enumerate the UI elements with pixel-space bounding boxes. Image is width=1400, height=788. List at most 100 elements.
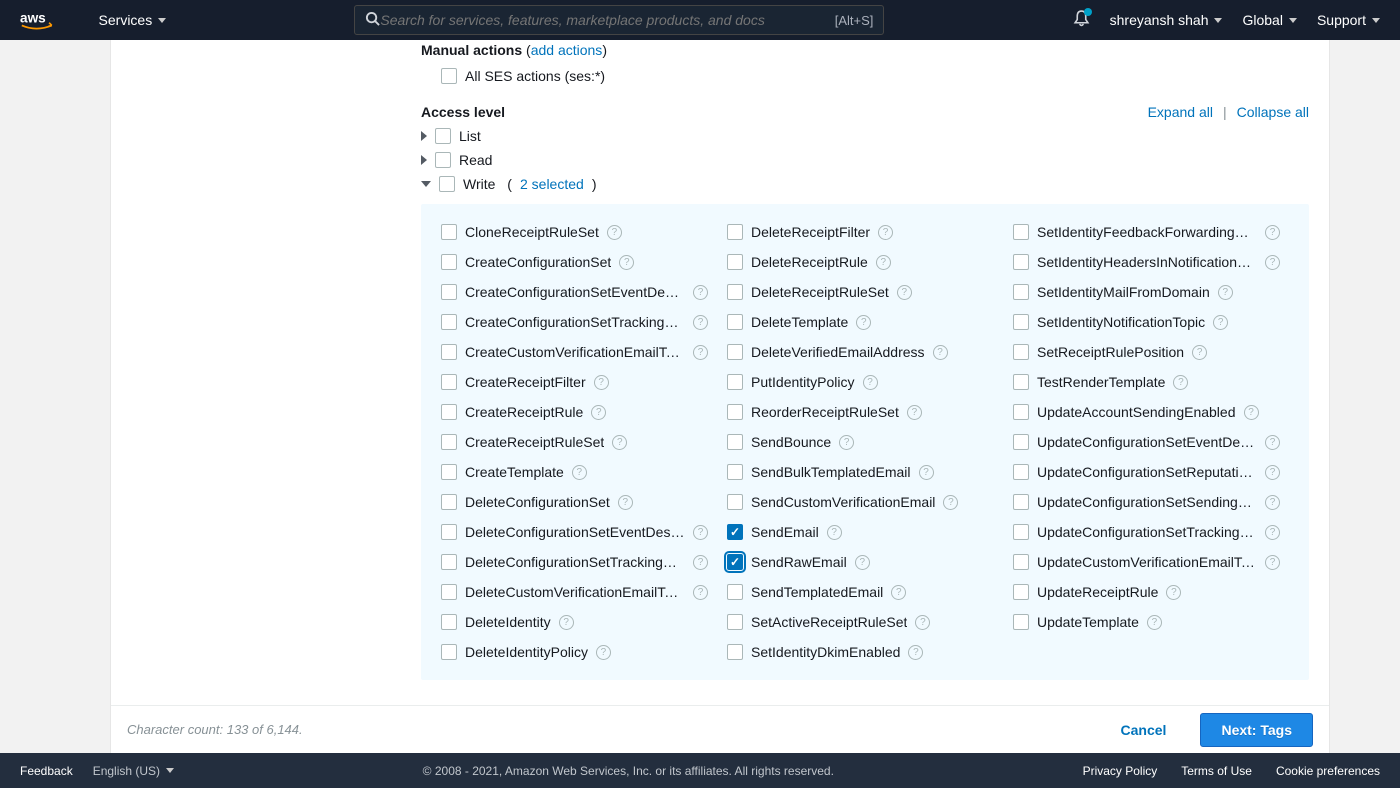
action-checkbox[interactable] [441, 614, 457, 630]
action-checkbox[interactable] [441, 644, 457, 660]
action-checkbox[interactable] [441, 404, 457, 420]
help-icon[interactable]: ? [1192, 345, 1207, 360]
write-selected-link[interactable]: 2 selected [520, 176, 584, 192]
action-checkbox[interactable] [727, 524, 743, 540]
help-icon[interactable]: ? [1147, 615, 1162, 630]
help-icon[interactable]: ? [1265, 225, 1280, 240]
read-level-checkbox[interactable] [435, 152, 451, 168]
search-box[interactable]: [Alt+S] [354, 5, 884, 35]
help-icon[interactable]: ? [933, 345, 948, 360]
action-checkbox[interactable] [1013, 584, 1029, 600]
action-checkbox[interactable] [1013, 494, 1029, 510]
help-icon[interactable]: ? [693, 585, 708, 600]
action-checkbox[interactable] [441, 344, 457, 360]
action-checkbox[interactable] [727, 584, 743, 600]
action-checkbox[interactable] [727, 554, 743, 570]
help-icon[interactable]: ? [594, 375, 609, 390]
help-icon[interactable]: ? [907, 405, 922, 420]
action-checkbox[interactable] [727, 224, 743, 240]
help-icon[interactable]: ? [693, 285, 708, 300]
help-icon[interactable]: ? [891, 585, 906, 600]
action-checkbox[interactable] [441, 374, 457, 390]
help-icon[interactable]: ? [839, 435, 854, 450]
collapse-all-link[interactable]: Collapse all [1237, 104, 1309, 120]
next-tags-button[interactable]: Next: Tags [1200, 713, 1313, 747]
feedback-link[interactable]: Feedback [20, 764, 73, 778]
help-icon[interactable]: ? [619, 255, 634, 270]
action-checkbox[interactable] [1013, 554, 1029, 570]
action-checkbox[interactable] [441, 464, 457, 480]
action-checkbox[interactable] [727, 374, 743, 390]
action-checkbox[interactable] [441, 524, 457, 540]
action-checkbox[interactable] [441, 254, 457, 270]
cookies-link[interactable]: Cookie preferences [1276, 764, 1380, 778]
privacy-link[interactable]: Privacy Policy [1083, 764, 1158, 778]
help-icon[interactable]: ? [1265, 495, 1280, 510]
action-checkbox[interactable] [1013, 284, 1029, 300]
help-icon[interactable]: ? [1244, 405, 1259, 420]
help-icon[interactable]: ? [919, 465, 934, 480]
collapse-write-caret[interactable] [421, 181, 431, 187]
action-checkbox[interactable] [1013, 254, 1029, 270]
help-icon[interactable]: ? [1265, 525, 1280, 540]
help-icon[interactable]: ? [1265, 435, 1280, 450]
help-icon[interactable]: ? [607, 225, 622, 240]
action-checkbox[interactable] [727, 434, 743, 450]
help-icon[interactable]: ? [693, 345, 708, 360]
action-checkbox[interactable] [727, 404, 743, 420]
region-menu[interactable]: Global [1242, 12, 1296, 28]
action-checkbox[interactable] [1013, 464, 1029, 480]
account-menu[interactable]: shreyansh shah [1110, 12, 1223, 28]
action-checkbox[interactable] [727, 254, 743, 270]
list-level-checkbox[interactable] [435, 128, 451, 144]
action-checkbox[interactable] [441, 494, 457, 510]
help-icon[interactable]: ? [693, 555, 708, 570]
help-icon[interactable]: ? [1213, 315, 1228, 330]
action-checkbox[interactable] [441, 224, 457, 240]
aws-logo[interactable]: aws [20, 10, 75, 30]
action-checkbox[interactable] [727, 614, 743, 630]
expand-all-link[interactable]: Expand all [1148, 104, 1213, 120]
help-icon[interactable]: ? [1265, 255, 1280, 270]
action-checkbox[interactable] [727, 644, 743, 660]
action-checkbox[interactable] [727, 314, 743, 330]
help-icon[interactable]: ? [1166, 585, 1181, 600]
action-checkbox[interactable] [1013, 374, 1029, 390]
action-checkbox[interactable] [727, 284, 743, 300]
expand-read-caret[interactable] [421, 155, 427, 165]
action-checkbox[interactable] [441, 284, 457, 300]
help-icon[interactable]: ? [612, 435, 627, 450]
search-input[interactable] [380, 12, 834, 28]
action-checkbox[interactable] [1013, 614, 1029, 630]
support-menu[interactable]: Support [1317, 12, 1380, 28]
help-icon[interactable]: ? [1265, 555, 1280, 570]
write-level-checkbox[interactable] [439, 176, 455, 192]
help-icon[interactable]: ? [855, 555, 870, 570]
services-menu[interactable]: Services [99, 12, 167, 28]
help-icon[interactable]: ? [827, 525, 842, 540]
terms-link[interactable]: Terms of Use [1181, 764, 1252, 778]
help-icon[interactable]: ? [693, 315, 708, 330]
help-icon[interactable]: ? [572, 465, 587, 480]
help-icon[interactable]: ? [618, 495, 633, 510]
action-checkbox[interactable] [1013, 224, 1029, 240]
help-icon[interactable]: ? [863, 375, 878, 390]
action-checkbox[interactable] [441, 554, 457, 570]
help-icon[interactable]: ? [1265, 465, 1280, 480]
action-checkbox[interactable] [1013, 524, 1029, 540]
action-checkbox[interactable] [1013, 434, 1029, 450]
help-icon[interactable]: ? [559, 615, 574, 630]
help-icon[interactable]: ? [897, 285, 912, 300]
help-icon[interactable]: ? [1218, 285, 1233, 300]
help-icon[interactable]: ? [876, 255, 891, 270]
expand-list-caret[interactable] [421, 131, 427, 141]
cancel-button[interactable]: Cancel [1103, 714, 1185, 746]
help-icon[interactable]: ? [1173, 375, 1188, 390]
action-checkbox[interactable] [441, 434, 457, 450]
add-actions-link[interactable]: add actions [531, 42, 603, 58]
all-ses-actions-checkbox[interactable] [441, 68, 457, 84]
help-icon[interactable]: ? [908, 645, 923, 660]
help-icon[interactable]: ? [878, 225, 893, 240]
action-checkbox[interactable] [1013, 344, 1029, 360]
help-icon[interactable]: ? [856, 315, 871, 330]
